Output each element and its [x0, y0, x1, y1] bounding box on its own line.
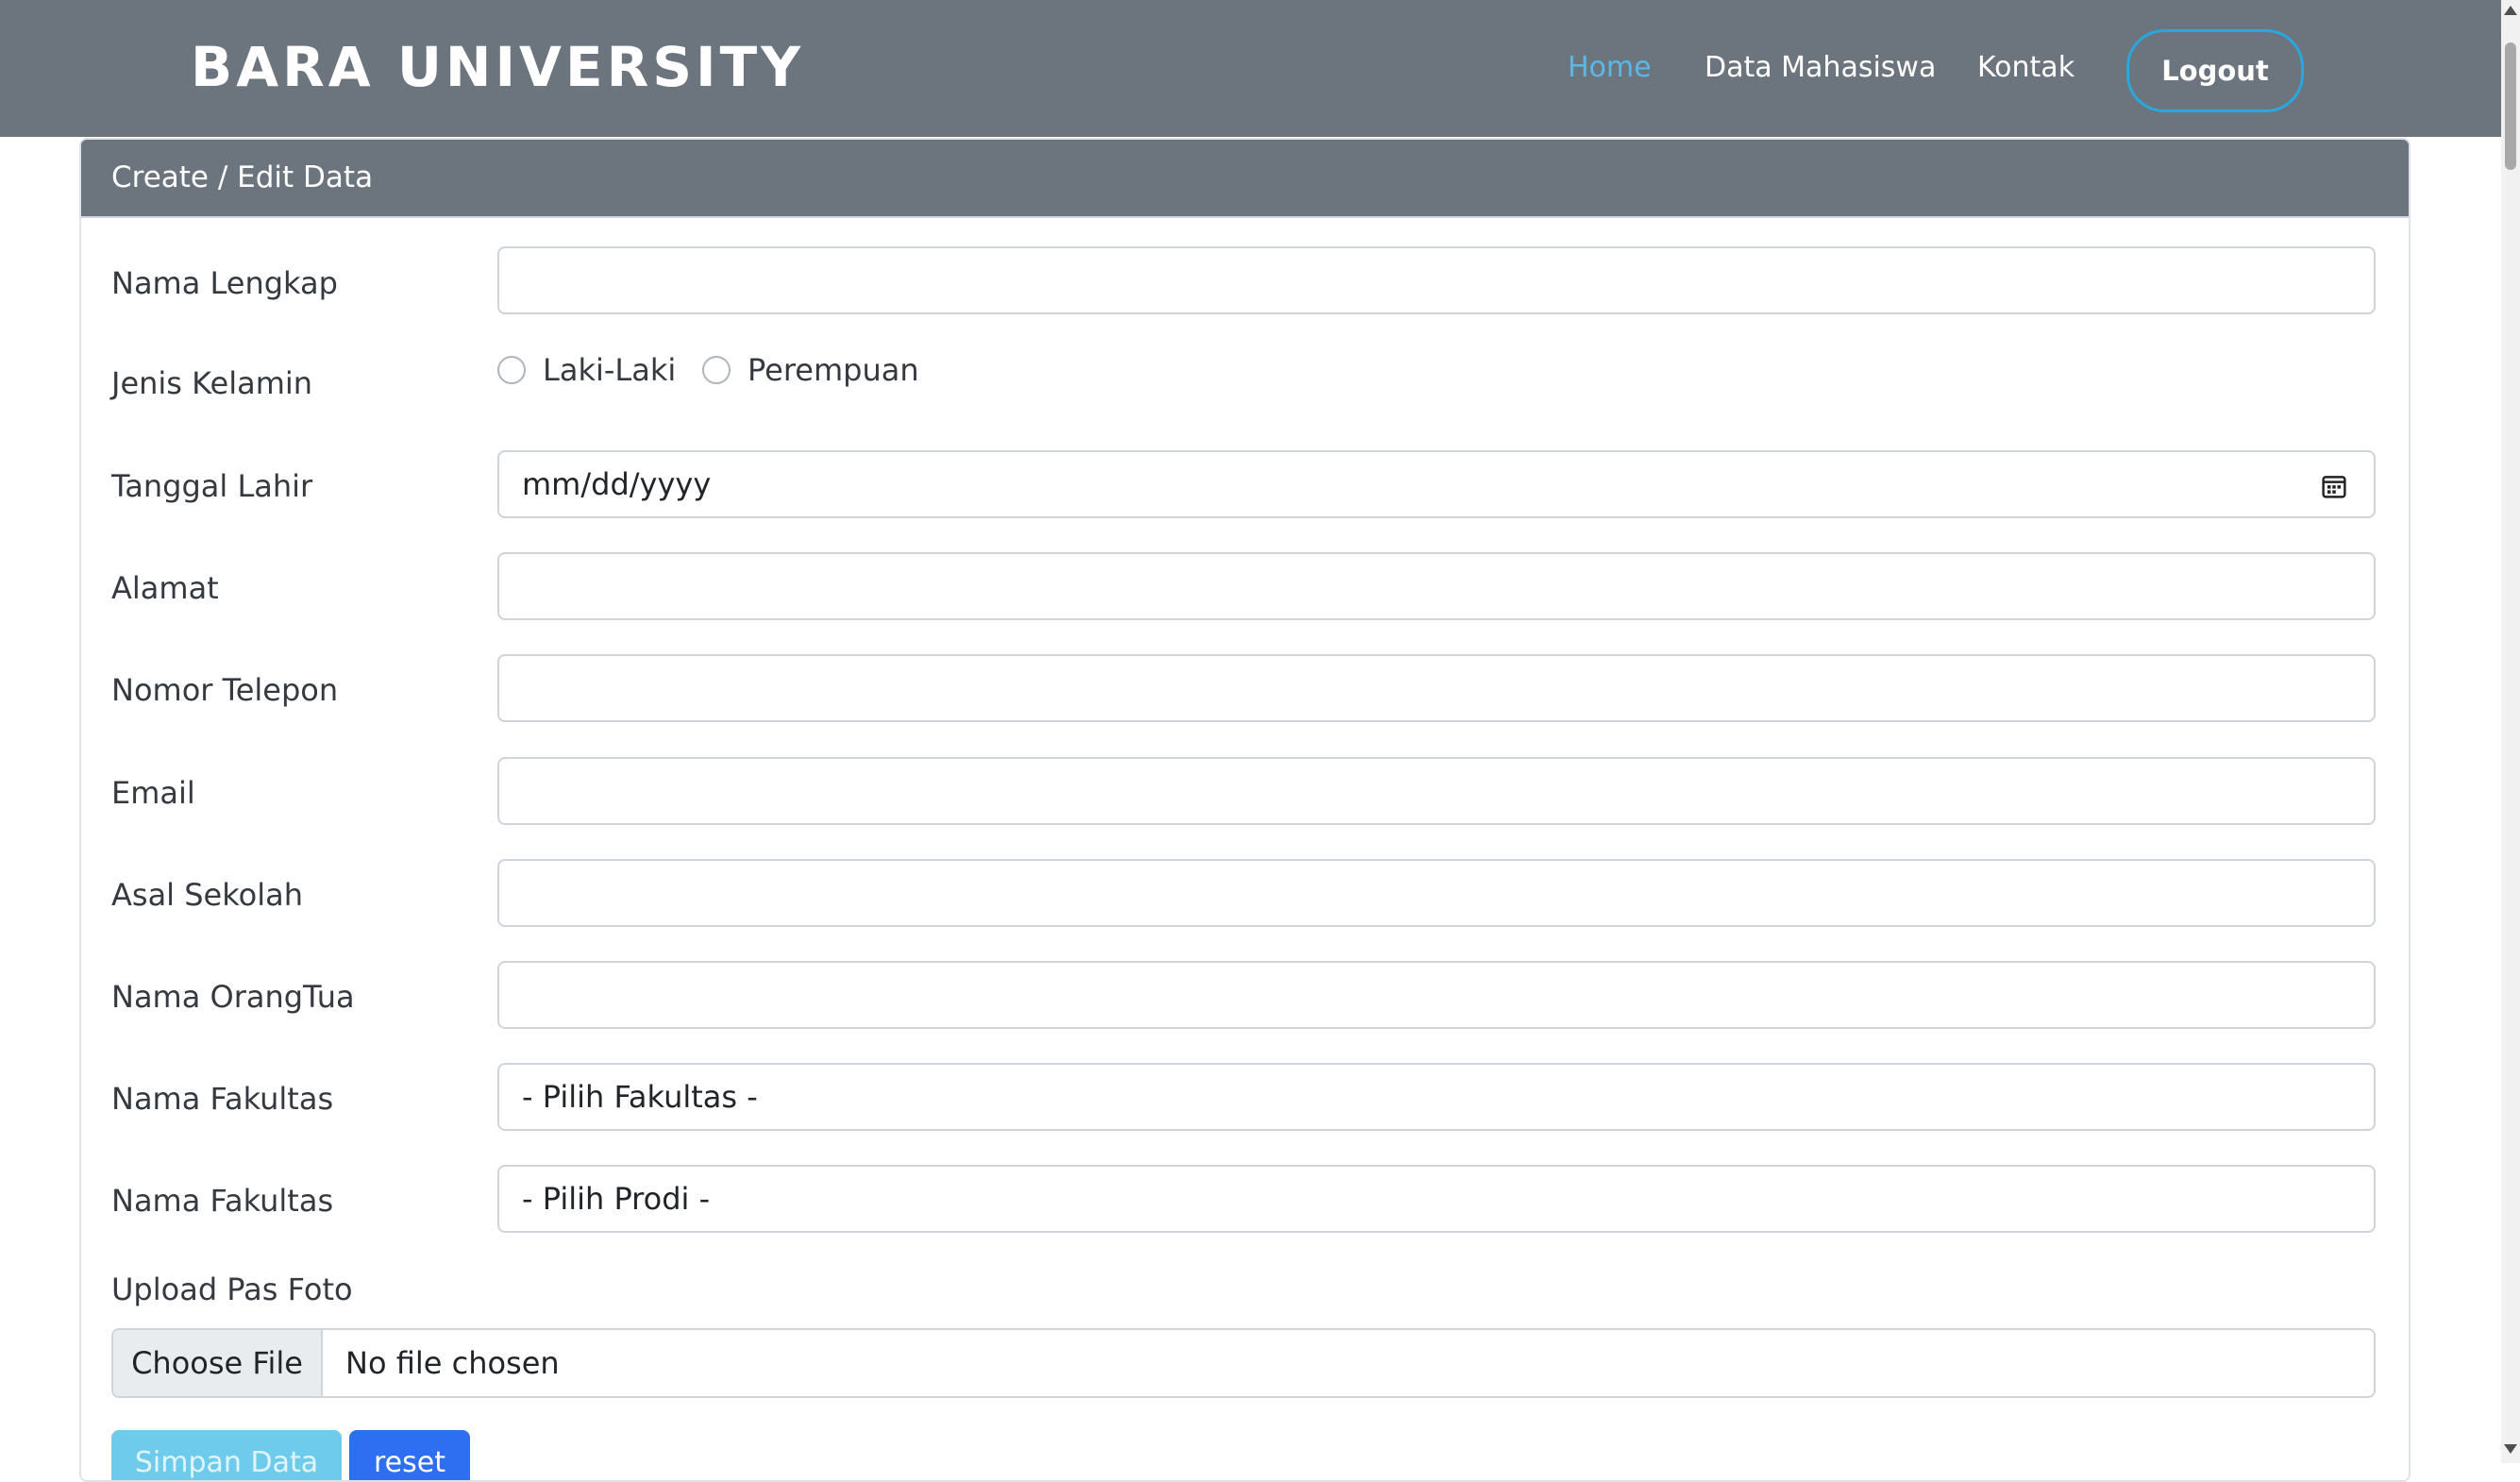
radio-perempuan[interactable] [702, 356, 731, 384]
prodi-selected-value: - Pilih Prodi - [522, 1181, 711, 1217]
simpan-data-button[interactable]: Simpan Data [111, 1430, 342, 1480]
radio-laki-laki-label[interactable]: Laki-Laki [543, 351, 676, 389]
nama-orangtua-label: Nama OrangTua [111, 979, 355, 1015]
scroll-up-arrow-icon[interactable] [2504, 6, 2517, 15]
card-title: Create / Edit Data [111, 160, 374, 194]
tanggal-lahir-placeholder: mm/dd/yyyy [522, 466, 712, 502]
scroll-thumb[interactable] [2505, 42, 2516, 170]
reset-button[interactable]: reset [349, 1430, 470, 1480]
nomor-telepon-label: Nomor Telepon [111, 672, 339, 708]
nama-orangtua-input[interactable] [497, 961, 2376, 1029]
prodi-select[interactable]: - Pilih Prodi - [497, 1165, 2376, 1233]
calendar-icon[interactable] [2321, 473, 2347, 499]
file-status-text: No file chosen [345, 1345, 560, 1381]
tanggal-lahir-label: Tanggal Lahir [111, 468, 313, 504]
navbar: BARA UNIVERSITY Home Data Mahasiswa Kont… [0, 0, 2501, 137]
alamat-label: Alamat [111, 570, 219, 606]
logout-button[interactable]: Logout [2126, 29, 2304, 112]
brand-logo[interactable]: BARA UNIVERSITY [191, 34, 804, 100]
nav-link-home[interactable]: Home [1568, 49, 1652, 87]
fakultas-select[interactable]: - Pilih Fakultas - [497, 1063, 2376, 1131]
nama-fakultas-label: Nama Fakultas [111, 1081, 334, 1117]
nama-lengkap-label: Nama Lengkap [111, 265, 338, 301]
asal-sekolah-input[interactable] [497, 859, 2376, 927]
nama-prodi-label: Nama Fakultas [111, 1183, 334, 1219]
asal-sekolah-label: Asal Sekolah [111, 877, 303, 913]
form-card: Create / Edit Data Nama Lengkap Jenis Ke… [79, 138, 2411, 1482]
nav-link-kontak[interactable]: Kontak [1977, 49, 2075, 87]
nomor-telepon-input[interactable] [497, 654, 2376, 722]
nama-lengkap-input[interactable] [497, 246, 2376, 314]
email-label: Email [111, 775, 195, 811]
nav-link-data-mahasiswa[interactable]: Data Mahasiswa [1705, 49, 1936, 87]
tanggal-lahir-input[interactable]: mm/dd/yyyy [497, 450, 2376, 518]
fakultas-selected-value: - Pilih Fakultas - [522, 1079, 758, 1115]
email-input[interactable] [497, 757, 2376, 825]
radio-perempuan-label[interactable]: Perempuan [748, 351, 919, 389]
card-header: Create / Edit Data [81, 140, 2409, 218]
radio-laki-laki[interactable] [497, 356, 526, 384]
page-scrollbar[interactable] [2501, 0, 2520, 1463]
jenis-kelamin-label: Jenis Kelamin [111, 365, 313, 401]
scroll-down-arrow-icon[interactable] [2504, 1444, 2517, 1454]
upload-pas-foto-label: Upload Pas Foto [111, 1271, 353, 1307]
alamat-input[interactable] [497, 552, 2376, 620]
file-upload-input[interactable]: Choose File No file chosen [111, 1328, 2376, 1398]
choose-file-button[interactable]: Choose File [113, 1330, 323, 1396]
